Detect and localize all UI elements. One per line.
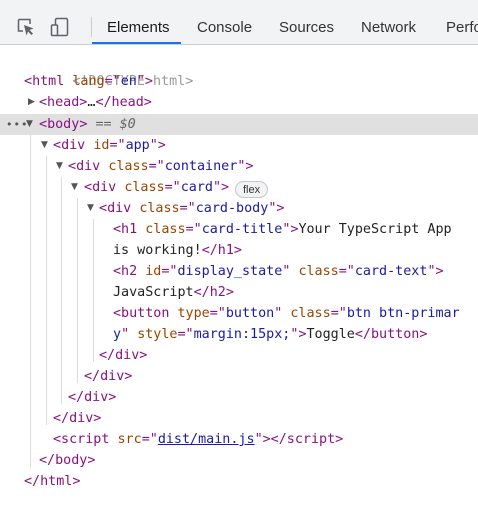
html-node[interactable]: <html lang="en"> bbox=[24, 71, 153, 92]
devtools-toolbar: Elements Console Sources Network Perfo bbox=[0, 0, 478, 45]
script-src-link[interactable]: dist/main.js bbox=[158, 432, 255, 447]
indent-guide bbox=[30, 135, 31, 468]
collapse-container-icon[interactable]: ▼ bbox=[56, 156, 63, 177]
tab-elements[interactable]: Elements bbox=[107, 19, 170, 36]
script-node[interactable]: <script src="dist/main.js"></script> bbox=[53, 429, 343, 450]
tab-console[interactable]: Console bbox=[197, 19, 252, 36]
close-body-tag[interactable]: </body> bbox=[39, 450, 95, 471]
device-toggle-icon[interactable] bbox=[50, 17, 70, 37]
dom-tree: <!DOCTYPE html> <html lang="en"> ▶ <head… bbox=[0, 45, 478, 509]
indent-guide bbox=[61, 177, 62, 404]
close-app-tag[interactable]: </div> bbox=[53, 408, 101, 429]
collapse-body-icon[interactable]: ▼ bbox=[26, 114, 33, 135]
collapse-app-icon[interactable]: ▼ bbox=[41, 135, 48, 156]
body-node[interactable]: <body> == $0 bbox=[39, 114, 136, 135]
head-node[interactable]: <head>…</head> bbox=[39, 92, 152, 113]
toolbar-separator bbox=[91, 17, 92, 37]
h2-node[interactable]: <h2 id="display_state" class="card-text"… bbox=[113, 261, 444, 282]
h1-node-continued[interactable]: is working!</h1> bbox=[113, 240, 242, 261]
h2-node-continued[interactable]: JavaScript</h2> bbox=[113, 282, 234, 303]
close-card-tag[interactable]: </div> bbox=[84, 366, 132, 387]
button-node[interactable]: <button type="button" class="btn btn-pri… bbox=[113, 303, 460, 324]
collapse-card-icon[interactable]: ▼ bbox=[71, 177, 78, 198]
div-app-node[interactable]: <div id="app"> bbox=[53, 135, 166, 156]
expand-head-icon[interactable]: ▶ bbox=[28, 92, 35, 113]
div-card-node[interactable]: <div class="card"> bbox=[84, 177, 229, 198]
indent-guide bbox=[93, 219, 94, 362]
flex-badge[interactable]: flex bbox=[235, 181, 269, 198]
active-tab-indicator bbox=[92, 42, 181, 44]
div-card-body-node[interactable]: <div class="card-body"> bbox=[99, 198, 284, 219]
button-node-continued[interactable]: y" style="margin:15px;">Toggle</button> bbox=[113, 324, 427, 345]
div-container-node[interactable]: <div class="container"> bbox=[68, 156, 253, 177]
indent-guide bbox=[46, 156, 47, 425]
collapse-card-body-icon[interactable]: ▼ bbox=[87, 198, 94, 219]
close-container-tag[interactable]: </div> bbox=[68, 387, 116, 408]
indent-guide bbox=[77, 198, 78, 383]
tab-network[interactable]: Network bbox=[361, 19, 416, 36]
tab-sources[interactable]: Sources bbox=[279, 19, 334, 36]
devtools-panel: Elements Console Sources Network Perfo <… bbox=[0, 0, 478, 509]
tab-performance[interactable]: Perfo bbox=[446, 19, 478, 36]
h1-node[interactable]: <h1 class="card-title">Your TypeScript A… bbox=[113, 219, 452, 240]
close-card-body-tag[interactable]: </div> bbox=[99, 345, 147, 366]
close-html-tag[interactable]: </html> bbox=[24, 471, 80, 492]
inspect-element-icon[interactable] bbox=[16, 17, 36, 37]
